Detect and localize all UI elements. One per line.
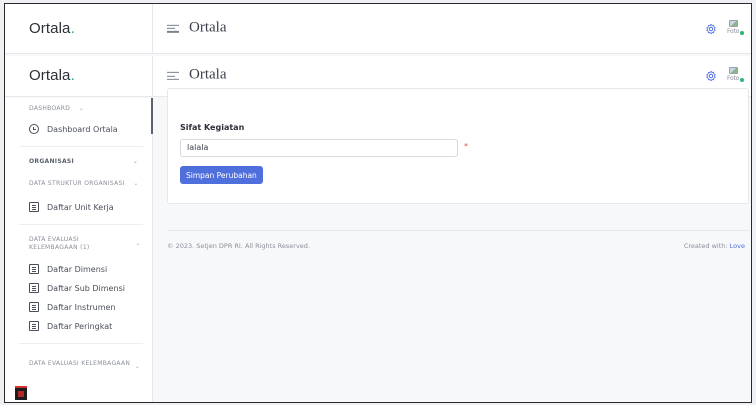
menu-toggle-icon[interactable] [167,22,179,34]
sidebar-section-evaluasi[interactable]: DATA EVALUASI KELEMBAGAAN (1) ⌄ [29,236,141,252]
chevron-down-icon: ⌄ [134,363,141,370]
footer-divider [167,230,749,231]
document-icon [29,321,39,331]
document-icon [29,202,39,212]
sidebar-divider [19,343,143,344]
online-status-dot-sticky [740,78,744,82]
document-icon [29,283,39,293]
footer-copyright: © 2023. Setjen DPR RI. All Rights Reserv… [167,242,310,250]
sidebar-section-struktur[interactable]: DATA STRUKTUR ORGANISASI ⌄ [29,180,138,187]
menu-toggle-icon-sticky[interactable] [167,70,179,82]
love-link[interactable]: Love [730,242,745,250]
avatar[interactable]: Foto [727,19,744,38]
required-marker: * [464,142,468,151]
sidebar-item-sub-dimensi[interactable]: Daftar Sub Dimensi [29,283,125,293]
sifat-kegiatan-label: Sifat Kegiatan [180,123,245,132]
brand-logo-sticky[interactable]: Ortala. [29,67,75,85]
brand-area: Ortala. [5,4,153,53]
document-icon [29,302,39,312]
sidebar-item-instrumen[interactable]: Daftar Instrumen [29,302,116,312]
avatar-sticky[interactable]: Foto [727,67,744,85]
brand-logo[interactable]: Ortala. [29,20,75,38]
save-changes-button[interactable]: Simpan Perubahan [180,166,263,184]
sidebar-divider [19,224,143,225]
sidebar-section-dashboard[interactable]: DASHBOARD ⌄ [29,105,84,112]
brand-area-sticky: Ortala. [5,56,153,96]
app-corner-logo [15,386,27,400]
chevron-down-icon: ⌄ [133,180,139,187]
online-status-dot [740,30,744,35]
document-icon [29,264,39,274]
gear-icon-sticky[interactable] [705,70,717,82]
chevron-down-icon: ⌄ [78,105,85,112]
sidebar-item-unit-kerja[interactable]: Daftar Unit Kerja [29,202,114,212]
edit-form-card: Sifat Kegiatan lalala * Simpan Perubahan [167,88,749,204]
gear-icon[interactable] [705,23,717,35]
top-navbar: Ortala. Ortala Foto [5,4,751,54]
sidebar-item-dimensi[interactable]: Daftar Dimensi [29,264,107,274]
sidebar-item-peringkat[interactable]: Daftar Peringkat [29,321,112,331]
sidebar-section-organisasi[interactable]: ORGANISASI ⌄ [29,158,138,165]
chevron-down-icon: ⌄ [132,158,139,165]
sidebar: DASHBOARD ⌄ Dashboard Ortala ORGANISASI ⌄ … [5,98,153,402]
sidebar-section-evaluasi-2[interactable]: DATA EVALUASI KELEMBAGAAN ⌄ [29,360,140,370]
page-title-sticky: Ortala [189,66,227,83]
clock-icon [29,124,39,134]
sidebar-divider [19,146,143,147]
chevron-down-icon: ⌄ [135,240,141,247]
sifat-kegiatan-input[interactable]: lalala [180,139,458,157]
horizontal-scrollbar[interactable] [79,402,752,403]
sidebar-item-dashboard-ortala[interactable]: Dashboard Ortala [29,124,118,134]
footer-credit: Created with: Love [683,242,745,250]
page-title: Ortala [189,19,227,36]
app-window: Ortala. Ortala Foto Ortala. Ortala Foto … [4,3,752,403]
sidebar-scrollbar[interactable] [151,98,153,134]
